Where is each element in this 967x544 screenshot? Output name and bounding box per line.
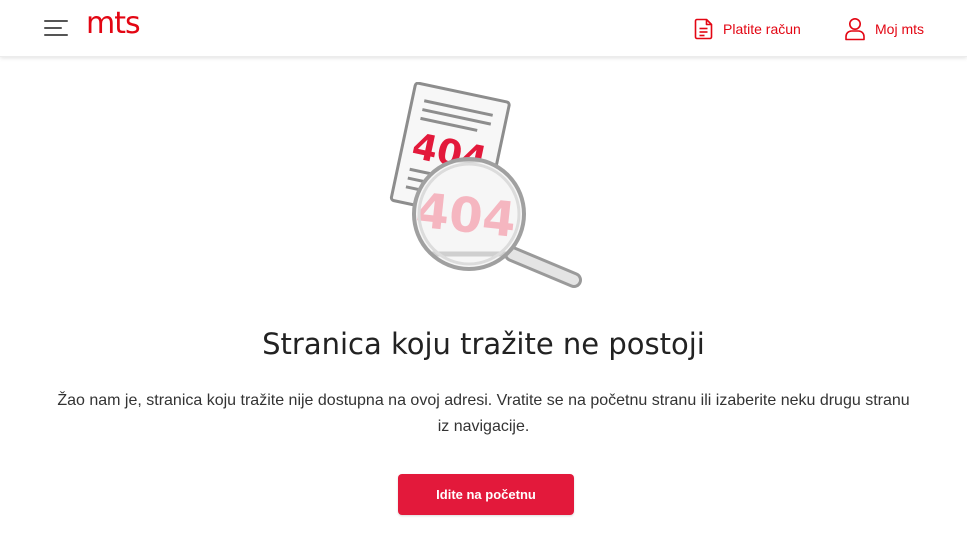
go-home-button[interactable]: Idite na početnu: [398, 474, 574, 515]
pay-bill-label: Platite račun: [723, 21, 801, 37]
hamburger-menu-icon[interactable]: [44, 18, 70, 38]
my-account-label: Moj mts: [875, 21, 924, 37]
page-title: Stranica koju tražite ne postoji: [262, 327, 705, 361]
magnified-404-text: 404: [413, 183, 519, 249]
magnifier-404-illustration: 404 404: [384, 81, 584, 292]
mts-logo[interactable]: mts: [86, 6, 141, 41]
error-description: Žao nam je, stranica koju tražite nije d…: [57, 392, 910, 435]
my-account-link[interactable]: Moj mts: [844, 14, 924, 44]
site-header: mts Platite račun Moj mts: [0, 0, 967, 57]
user-icon: [844, 17, 866, 41]
pay-bill-link[interactable]: Platite račun: [694, 14, 801, 44]
document-icon: [694, 18, 714, 40]
